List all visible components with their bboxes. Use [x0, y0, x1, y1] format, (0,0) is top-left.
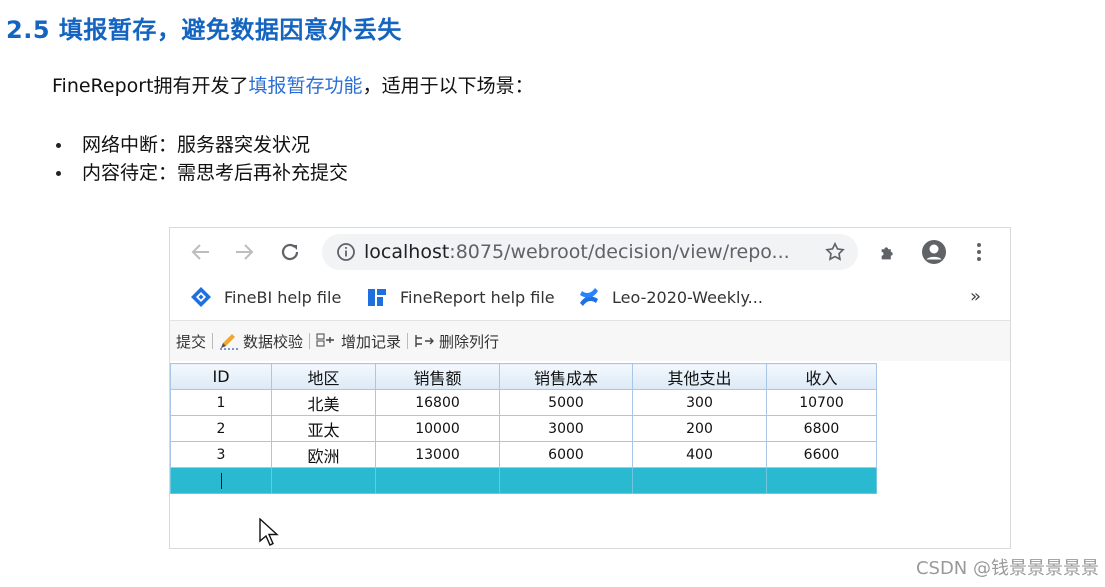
pencil-icon — [220, 334, 239, 350]
url-host: localhost — [364, 241, 450, 263]
delete-row-label: 删除列行 — [439, 332, 500, 351]
table-cell[interactable]: 13000 — [375, 441, 500, 468]
table-cell[interactable]: 400 — [632, 441, 767, 468]
forward-button[interactable] — [230, 238, 258, 266]
toolbar-divider — [407, 333, 409, 349]
finereport-logo-icon — [368, 289, 386, 306]
reload-icon — [281, 243, 299, 261]
intro-text: FineReport拥有开发了填报暂存功能，适用于以下场景： — [52, 71, 534, 98]
section-heading: 2.5 填报暂存，避免数据因意外丢失 — [6, 16, 402, 44]
intro-prefix: FineReport拥有开发了 — [52, 75, 249, 97]
watermark: CSDN @钱景景景景景 — [915, 558, 1099, 579]
info-icon — [337, 243, 355, 261]
table-cell[interactable] — [632, 467, 767, 494]
star-icon[interactable] — [824, 241, 846, 263]
toolbar-divider — [309, 333, 311, 349]
feature-link[interactable]: 填报暂存功能 — [249, 75, 363, 97]
arrow-left-icon — [191, 244, 209, 260]
submit-button[interactable]: 提交 — [176, 331, 206, 352]
table-cell[interactable] — [271, 467, 376, 494]
bookmark-finebi[interactable]: FineBI help file — [190, 286, 341, 308]
table-cell[interactable] — [766, 467, 877, 494]
table-cell[interactable]: 200 — [632, 415, 767, 442]
url-text: localhost:8075/webroot/decision/view/rep… — [364, 241, 790, 263]
bookmarks-overflow-button[interactable]: » — [970, 286, 981, 307]
column-header: 销售成本 — [499, 363, 633, 390]
list-item: 网络中断：服务器突发状况 — [52, 131, 348, 159]
table-cell[interactable]: 10000 — [375, 415, 500, 442]
report-toolbar: 提交 数据校验 增加记录 删除列行 — [170, 321, 1010, 361]
table-row: 2 亚太 10000 3000 200 6800 — [170, 415, 877, 442]
column-header: 收入 — [766, 363, 877, 390]
add-record-button[interactable]: 增加记录 — [316, 331, 401, 352]
confluence-logo-icon — [580, 288, 598, 306]
intro-suffix: ，适用于以下场景： — [362, 75, 534, 97]
browser-top-bar: localhost:8075/webroot/decision/view/rep… — [170, 228, 1010, 276]
address-bar[interactable]: localhost:8075/webroot/decision/view/rep… — [322, 234, 858, 270]
add-record-label: 增加记录 — [341, 332, 402, 351]
back-button[interactable] — [187, 238, 215, 266]
column-header: 地区 — [271, 363, 376, 390]
toolbar-divider — [212, 333, 214, 349]
add-row-icon — [316, 333, 335, 347]
submit-label: 提交 — [176, 332, 207, 351]
extensions-puzzle-icon[interactable] — [878, 241, 900, 263]
bookmark-label: FineBI help file — [224, 287, 342, 307]
table-cell[interactable]: 3000 — [499, 415, 633, 442]
table-cell[interactable] — [499, 467, 633, 494]
data-validate-button[interactable]: 数据校验 — [219, 331, 303, 352]
table-cell[interactable]: 1 — [170, 389, 272, 416]
new-record-row — [170, 467, 877, 494]
delete-row-icon — [415, 335, 435, 347]
table-cell[interactable]: 6800 — [766, 415, 877, 442]
column-header: 销售额 — [375, 363, 500, 390]
delete-row-button[interactable]: 删除列行 — [414, 331, 499, 352]
column-header: 其他支出 — [632, 363, 767, 390]
table-header-row: ID 地区 销售额 销售成本 其他支出 收入 — [170, 363, 877, 390]
account-avatar-icon[interactable] — [921, 239, 947, 265]
text-caret — [220, 472, 222, 489]
table-row: 1 北美 16800 5000 300 10700 — [170, 389, 877, 416]
bookmark-leo-weekly[interactable]: Leo-2020-Weekly... — [578, 286, 763, 308]
table-cell[interactable]: 300 — [632, 389, 767, 416]
table-cell[interactable]: 10700 — [766, 389, 877, 416]
url-path: :8075/webroot/decision/view/repo... — [449, 241, 790, 263]
table-cell[interactable]: 6600 — [766, 441, 877, 468]
bookmark-label: FineReport help file — [400, 287, 555, 307]
list-item: 内容待定：需思考后再补充提交 — [52, 159, 348, 187]
table-cell[interactable]: 5000 — [499, 389, 633, 416]
active-cell[interactable] — [170, 467, 272, 494]
more-vert-icon[interactable] — [975, 241, 983, 263]
column-header: ID — [170, 363, 272, 390]
browser-window: localhost:8075/webroot/decision/view/rep… — [169, 227, 1011, 549]
table-cell[interactable] — [375, 467, 500, 494]
finebi-logo-icon — [191, 287, 211, 307]
table-cell[interactable]: 2 — [170, 415, 272, 442]
scenario-list: 网络中断：服务器突发状况 内容待定：需思考后再补充提交 — [52, 131, 348, 187]
table-cell[interactable]: 北美 — [271, 389, 376, 416]
report-table: ID 地区 销售额 销售成本 其他支出 收入 1 北美 16800 5000 3… — [170, 363, 877, 494]
table-cell[interactable]: 欧洲 — [271, 441, 376, 468]
validate-label: 数据校验 — [243, 332, 304, 351]
reload-button[interactable] — [276, 238, 304, 266]
bookmark-label: Leo-2020-Weekly... — [612, 287, 763, 307]
table-cell[interactable]: 16800 — [375, 389, 500, 416]
table-cell[interactable]: 6000 — [499, 441, 633, 468]
table-cell[interactable]: 3 — [170, 441, 272, 468]
table-cell[interactable]: 亚太 — [271, 415, 376, 442]
bookmark-finereport[interactable]: FineReport help file — [366, 286, 555, 308]
table-row: 3 欧洲 13000 6000 400 6600 — [170, 441, 877, 468]
arrow-right-icon — [236, 244, 254, 260]
bookmarks-bar: FineBI help file FineReport help file Le… — [170, 276, 1010, 321]
mouse-pointer-icon — [259, 518, 279, 546]
